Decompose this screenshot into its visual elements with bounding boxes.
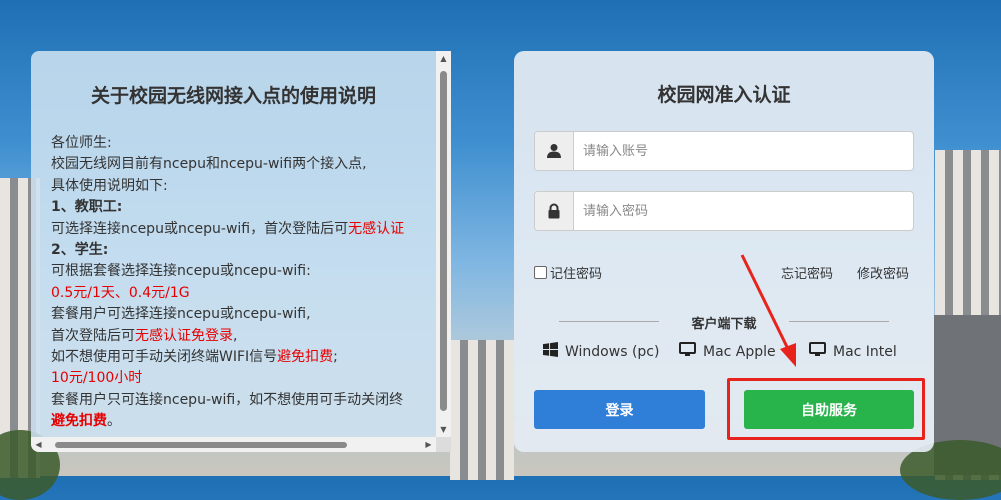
download-mac-intel-label: Mac Intel — [833, 343, 897, 360]
vertical-scrollbar[interactable]: ▲ ▼ — [436, 51, 451, 437]
notice-panel[interactable]: 关于校园无线网接入点的使用说明 各位师生: 校园无线网目前有ncepu和ncep… — [31, 51, 451, 452]
notice-line: 套餐用户只可连接ncepu-wifi，如不想使用可手动关闭终 — [51, 391, 404, 408]
monitor-icon — [679, 342, 696, 361]
notice-line: 首次登陆后可无感认证免登录, — [51, 327, 238, 344]
notice-line: 各位师生: — [51, 135, 112, 151]
account-field[interactable] — [534, 131, 914, 171]
scroll-down-icon[interactable]: ▼ — [436, 422, 451, 437]
notice-line: 具体使用说明如下: — [51, 177, 168, 194]
remember-password-label: 记住密码 — [550, 267, 603, 282]
lock-icon — [535, 192, 574, 230]
user-icon — [535, 132, 574, 170]
scrollbar-corner — [436, 437, 451, 452]
download-windows-link[interactable]: Windows (pc) — [543, 342, 659, 361]
notice-line: 避免扣费。 — [51, 413, 121, 430]
notice-line: 如不想使用可手动关闭终端WIFI信号避免扣费; — [51, 349, 338, 366]
download-mac-intel-link[interactable]: Mac Intel — [809, 342, 897, 361]
checkbox-box[interactable] — [534, 266, 547, 279]
notice-title: 关于校园无线网接入点的使用说明 — [90, 85, 376, 107]
scroll-left-icon[interactable]: ◀ — [31, 437, 46, 452]
notice-line: 可选择连接ncepu或ncepu-wifi，首次登陆后可无感认证 — [51, 220, 405, 237]
login-button[interactable]: 登录 — [534, 390, 705, 429]
scroll-right-icon[interactable]: ▶ — [421, 437, 436, 452]
annotation-highlight-box — [727, 378, 925, 440]
notice-line: 校园无线网目前有ncepu和ncepu-wifi两个接入点, — [51, 156, 367, 173]
notice-line-price: 0.5元/1天、0.4元/1G — [51, 284, 190, 301]
change-password-link[interactable]: 修改密码 — [857, 263, 909, 282]
windows-icon — [543, 342, 558, 361]
client-download-title: 客户端下载 — [691, 317, 757, 332]
remember-password-checkbox[interactable]: 记住密码 — [534, 263, 602, 282]
monitor-icon — [809, 342, 826, 361]
download-windows-label: Windows (pc) — [565, 343, 660, 360]
scroll-up-icon[interactable]: ▲ — [436, 51, 451, 66]
horizontal-scroll-thumb[interactable] — [55, 442, 347, 448]
notice-body: 各位师生: 校园无线网目前有ncepu和ncepu-wifi两个接入点, 具体使… — [51, 133, 436, 433]
notice-heading-staff: 1、教职工: — [51, 199, 123, 216]
notice-line: 可根据套餐选择连接ncepu或ncepu-wifi: — [51, 263, 311, 280]
horizontal-scrollbar[interactable]: ◀ ▶ — [31, 437, 436, 452]
vertical-scroll-thumb[interactable] — [440, 71, 447, 411]
notice-line-price: 10元/100小时 — [51, 370, 143, 387]
notice-line: 套餐用户可选择连接ncepu或ncepu-wifi, — [51, 306, 311, 323]
notice-heading-student: 2、学生: — [51, 242, 109, 259]
password-input[interactable] — [581, 200, 905, 222]
password-field[interactable] — [534, 191, 914, 231]
annotation-arrow — [740, 254, 796, 367]
login-title: 校园网准入认证 — [657, 84, 791, 106]
account-input[interactable] — [581, 140, 905, 162]
notice-content: 关于校园无线网接入点的使用说明 各位师生: 校园无线网目前有ncepu和ncep… — [31, 51, 436, 437]
